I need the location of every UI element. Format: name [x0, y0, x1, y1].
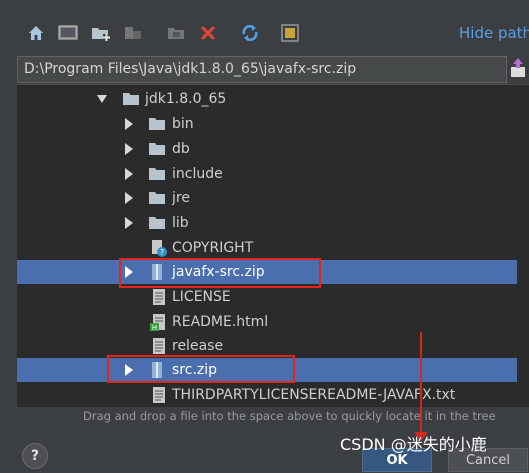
show-hidden-icon[interactable] [278, 21, 302, 45]
tree-item-license[interactable]: LICENSE [17, 285, 517, 309]
text-file-icon [153, 338, 165, 354]
text-file-icon [153, 289, 165, 305]
collapse-icon[interactable] [164, 21, 188, 45]
tree-item-label: COPYRIGHT [172, 240, 254, 256]
svg-text:H: H [152, 324, 157, 331]
folder-icon [123, 93, 139, 105]
highlight-box-javafx-src-zip [119, 258, 321, 288]
collapsed-arrow-icon[interactable] [124, 143, 134, 155]
tree-item-label: release [172, 338, 224, 354]
desktop-icon[interactable] [56, 21, 80, 45]
folder-icon [149, 143, 165, 155]
annotation-arrow-line [420, 332, 422, 437]
tree-item-label: db [172, 141, 190, 157]
tree-item-label: LICENSE [172, 289, 231, 305]
toolbar: Hide path [0, 0, 529, 56]
new-folder-icon[interactable] [89, 21, 113, 45]
tree-item-label: include [172, 166, 223, 182]
new-module-icon[interactable] [121, 21, 145, 45]
unknown-file-icon: ? [152, 240, 167, 257]
folder-icon [149, 217, 165, 229]
collapsed-arrow-icon[interactable] [124, 192, 134, 204]
folder-icon [149, 192, 165, 204]
path-dropdown-icon[interactable] [501, 78, 506, 93]
drag-drop-hint: Drag and drop a file into the space abov… [83, 409, 496, 423]
tree-item-label: jre [172, 190, 190, 206]
hide-path-link[interactable]: Hide path [459, 24, 529, 42]
delete-icon[interactable] [196, 21, 220, 45]
collapsed-arrow-icon[interactable] [124, 118, 134, 130]
tree-item-readme[interactable]: H README.html [17, 310, 517, 334]
tree-item-label: THIRDPARTYLICENSEREADME-JAVAFX.txt [172, 387, 456, 403]
tree-item-label: README.html [172, 314, 269, 330]
html-file-icon: H [150, 314, 165, 331]
expanded-arrow-icon[interactable] [97, 93, 107, 105]
collapsed-arrow-icon[interactable] [124, 168, 134, 180]
text-file-icon [153, 387, 165, 403]
tree-item-jdk[interactable]: jdk1.8.0_65 [17, 87, 517, 111]
folder-icon [149, 118, 165, 130]
tree-item-copyright[interactable]: ? COPYRIGHT [17, 236, 517, 260]
tree-item-label: lib [172, 215, 189, 231]
tree-item-db[interactable]: db [17, 137, 517, 161]
help-button[interactable]: ? [22, 443, 48, 469]
svg-text:?: ? [160, 248, 164, 257]
watermark: CSDN @迷失的小鹿 [340, 435, 487, 454]
tree-item-thirdparty[interactable]: THIRDPARTYLICENSEREADME-JAVAFX.txt [17, 383, 517, 407]
tree-item-label: bin [172, 116, 194, 132]
highlight-box-src-zip [107, 355, 295, 383]
collapsed-arrow-icon[interactable] [124, 217, 134, 229]
home-icon[interactable] [24, 21, 48, 45]
tree-item-label: jdk1.8.0_65 [145, 91, 227, 107]
tree-item-bin[interactable]: bin [17, 112, 517, 136]
folder-icon [149, 168, 165, 180]
tree-item-jre[interactable]: jre [17, 186, 517, 210]
refresh-icon[interactable] [238, 21, 262, 45]
tree-item-include[interactable]: include [17, 162, 517, 186]
tree-item-lib[interactable]: lib [17, 211, 517, 235]
refresh-path-icon[interactable] [509, 57, 527, 79]
path-input[interactable]: D:\Program Files\Java\jdk1.8.0_65\javafx… [17, 56, 507, 83]
